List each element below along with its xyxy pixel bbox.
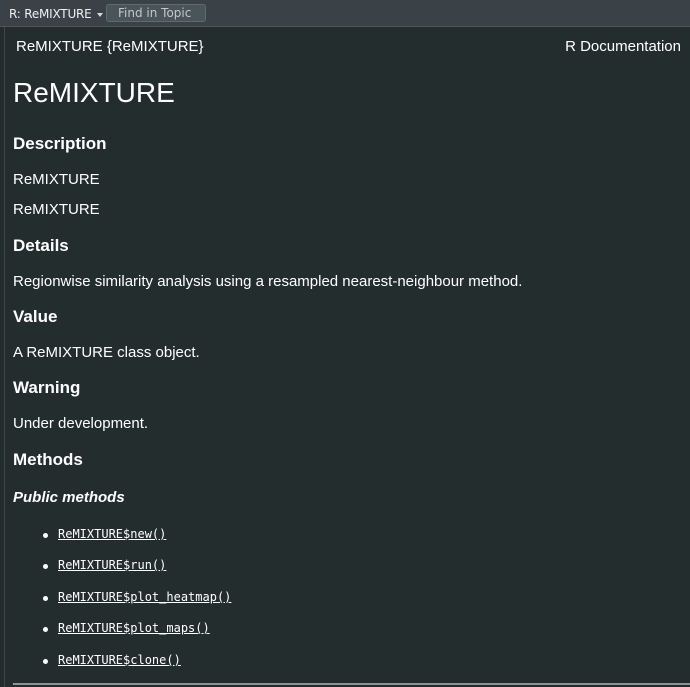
help-toolbar: R: ReMIXTURE [0, 0, 690, 27]
method-link-run[interactable]: ReMIXTURE$run() [58, 558, 166, 572]
method-link-new[interactable]: ReMIXTURE$new() [58, 527, 166, 541]
value-heading: Value [13, 307, 58, 326]
topic-dropdown[interactable]: R: ReMIXTURE [4, 4, 108, 24]
public-methods-heading: Public methods [13, 489, 125, 506]
bullet-icon [43, 533, 48, 538]
value-text: A ReMIXTURE class object. [13, 344, 200, 361]
horizontal-divider [13, 683, 690, 685]
details-heading: Details [13, 236, 69, 255]
help-header: ReMIXTURE {ReMIXTURE} R Documentation [16, 38, 681, 56]
bullet-icon [43, 564, 48, 569]
method-link-plot-maps[interactable]: ReMIXTURE$plot_maps() [58, 621, 210, 635]
page-title: ReMIXTURE [13, 77, 175, 108]
details-text: Regionwise similarity analysis using a r… [13, 273, 523, 290]
find-in-topic-input[interactable] [106, 4, 206, 22]
method-link-plot-heatmap[interactable]: ReMIXTURE$plot_heatmap() [58, 590, 231, 604]
r-documentation-label: R Documentation [565, 38, 681, 55]
help-content: ReMIXTURE {ReMIXTURE} R Documentation Re… [4, 27, 690, 687]
bullet-icon [43, 627, 48, 632]
description-text-repeat: ReMIXTURE [13, 201, 100, 218]
bullet-icon [43, 596, 48, 601]
bullet-icon [43, 659, 48, 664]
warning-text: Under development. [13, 415, 149, 432]
methods-heading: Methods [13, 450, 83, 469]
topic-dropdown-label: R: ReMIXTURE [9, 7, 92, 21]
warning-heading: Warning [13, 378, 81, 397]
help-viewer: R: ReMIXTURE ReMIXTURE {ReMIXTURE} R Doc… [0, 0, 690, 687]
description-text: ReMIXTURE [13, 171, 100, 188]
chevron-down-icon [96, 12, 103, 17]
method-link-clone[interactable]: ReMIXTURE$clone() [58, 653, 181, 667]
package-label: ReMIXTURE {ReMIXTURE} [16, 38, 204, 55]
description-heading: Description [13, 134, 107, 153]
